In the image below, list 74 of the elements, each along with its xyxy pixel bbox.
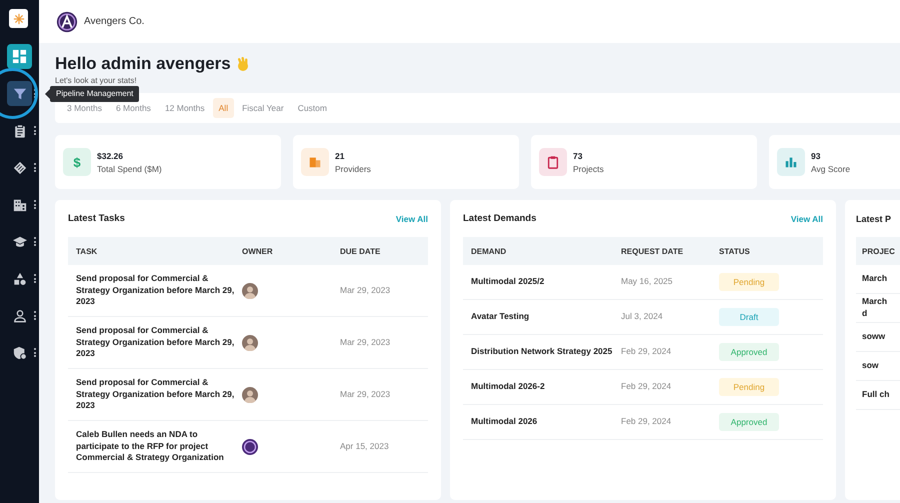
stat-value: 73 bbox=[573, 150, 584, 160]
project-cell: soww bbox=[862, 331, 886, 343]
column-header: DUE DATE bbox=[340, 246, 382, 256]
period-tab[interactable]: All bbox=[212, 98, 234, 118]
column-header: OWNER bbox=[242, 246, 274, 256]
column-header: REQUEST DATE bbox=[621, 246, 684, 256]
stat-label: Avg Score bbox=[811, 164, 850, 174]
stat-value: 21 bbox=[335, 150, 346, 160]
task-cell-text: Send proposal for Commercial & Strategy Organization before March 29, 2023 bbox=[76, 376, 236, 412]
stat-label: Providers bbox=[335, 164, 371, 174]
request-date-cell-text: Feb 29, 2024 bbox=[621, 381, 672, 393]
app-logo-icon bbox=[9, 9, 28, 28]
logo-avatar-icon bbox=[242, 438, 258, 454]
avatar-icon bbox=[242, 386, 258, 402]
period-tab[interactable]: Fiscal Year bbox=[236, 98, 290, 118]
nav-button[interactable] bbox=[7, 44, 32, 69]
shapes-icon bbox=[12, 272, 26, 286]
column-header: DEMAND bbox=[471, 246, 508, 256]
due-date-cell-text: Apr 15, 2023 bbox=[340, 440, 390, 452]
demand-cell-text: Distribution Network Strategy 2025 bbox=[471, 346, 614, 358]
period-tab[interactable]: Custom bbox=[292, 98, 333, 118]
column-header: TASK bbox=[76, 246, 98, 256]
person-icon bbox=[12, 308, 26, 322]
clipboard-icon bbox=[12, 124, 26, 138]
project-cell: March d bbox=[862, 296, 888, 320]
period-tab[interactable]: 12 Months bbox=[158, 98, 211, 118]
funnel-icon bbox=[12, 86, 26, 100]
status-badge: Draft bbox=[719, 308, 779, 326]
demand-cell-text: Avatar Testing bbox=[471, 311, 530, 323]
money-stat-icon: $ bbox=[63, 148, 91, 176]
column-header: PROJEC bbox=[862, 246, 896, 256]
status-badge: Approved bbox=[719, 413, 779, 431]
company-logo-icon bbox=[56, 10, 78, 32]
demand-cell-text: Multimodal 2026 bbox=[471, 416, 538, 428]
view-all-link[interactable]: View All bbox=[396, 214, 428, 224]
request-date-cell-text: Jul 3, 2024 bbox=[621, 311, 664, 323]
project-cell: sow bbox=[862, 360, 879, 372]
request-date-cell-text: May 16, 2025 bbox=[621, 276, 674, 288]
graduation-cap-icon bbox=[12, 234, 26, 248]
stat-label: Total Spend ($M) bbox=[97, 164, 162, 174]
request-date-cell-text: Feb 29, 2024 bbox=[621, 416, 672, 428]
project-cell: March bbox=[862, 273, 888, 285]
demand-cell-text: Multimodal 2025/2 bbox=[471, 276, 546, 288]
request-date-cell-text: Feb 29, 2024 bbox=[621, 346, 672, 358]
nav-button[interactable] bbox=[7, 81, 32, 106]
task-cell-text: Caleb Bullen needs an NDA to participate to the RFP for project Commercial & Strategy Organization bbox=[76, 428, 225, 464]
panel-title: Latest Demands bbox=[463, 213, 536, 224]
panel-title: Latest P bbox=[856, 214, 892, 224]
status-badge: Approved bbox=[719, 343, 779, 361]
shield-icon bbox=[12, 346, 26, 360]
column-header: STATUS bbox=[719, 246, 751, 256]
status-badge: Pending bbox=[719, 378, 779, 396]
task-cell-text: Send proposal for Commercial & Strategy Organization before March 29, 2023 bbox=[76, 324, 236, 360]
due-date-cell-text: Mar 29, 2023 bbox=[340, 388, 392, 400]
stat-value: 93 bbox=[811, 150, 822, 160]
greeting-subtitle: Let's look at your stats! bbox=[55, 76, 138, 85]
status-badge: Pending bbox=[719, 273, 779, 291]
view-all-link[interactable]: View All bbox=[790, 214, 823, 224]
due-date-cell-text: Mar 29, 2023 bbox=[340, 336, 392, 348]
avatar-icon bbox=[242, 282, 258, 298]
panel-title: Latest Tasks bbox=[68, 213, 125, 224]
demand-cell-text: Multimodal 2026-2 bbox=[471, 381, 546, 393]
dashboard-icon bbox=[12, 49, 27, 64]
tooltip-pointer-icon bbox=[45, 89, 50, 99]
company-name: Avengers Co. bbox=[84, 16, 144, 27]
tag-icon bbox=[12, 160, 26, 174]
stat-label: Projects bbox=[573, 164, 604, 174]
greeting-title: Hello admin avengers bbox=[55, 54, 231, 74]
task-cell-text: Send proposal for Commercial & Strategy Organization before March 29, 2023 bbox=[76, 272, 236, 308]
stat-value: $32.26 bbox=[97, 150, 124, 160]
building-icon bbox=[12, 198, 26, 212]
due-date-cell-text: Mar 29, 2023 bbox=[340, 284, 392, 296]
project-cell: Full ch bbox=[862, 389, 890, 401]
avatar-icon bbox=[242, 334, 258, 350]
